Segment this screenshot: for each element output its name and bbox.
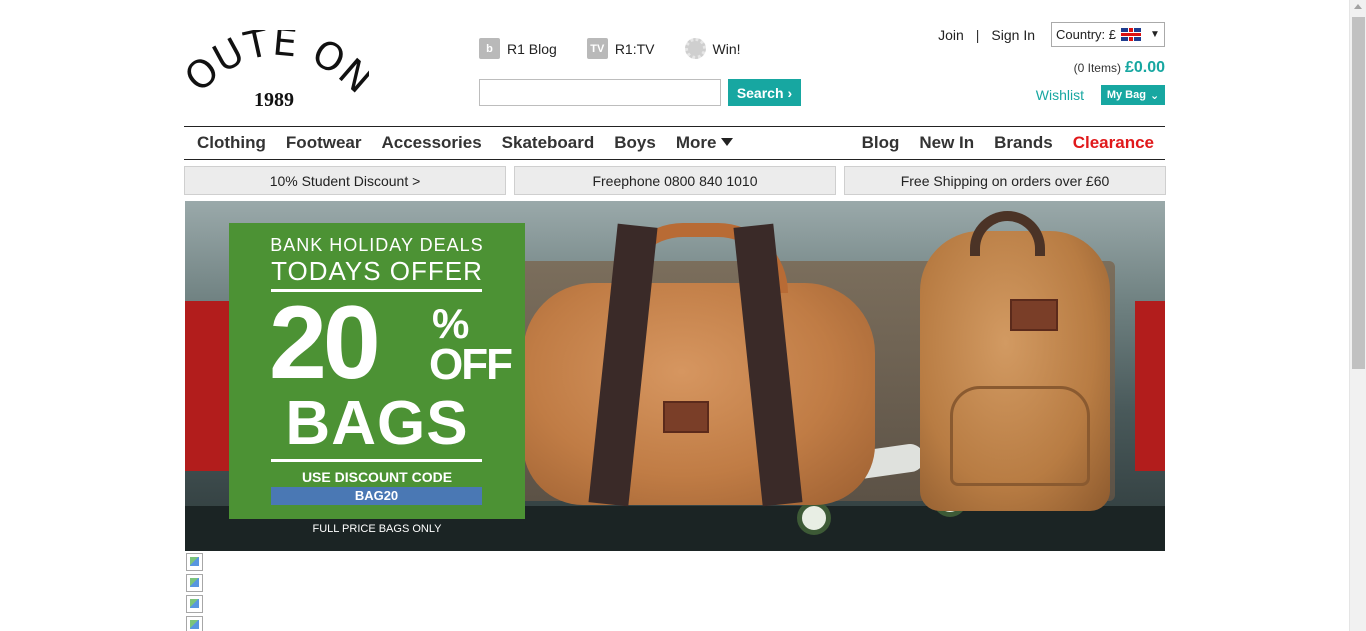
promo-bar: 10% Student Discount > Freephone 0800 84… — [184, 166, 1166, 195]
nav-brands[interactable]: Brands — [994, 133, 1053, 153]
offer-fineprint: FULL PRICE BAGS ONLY — [312, 523, 442, 535]
sign-in-link[interactable]: Sign In — [991, 27, 1035, 43]
broken-image-icon[interactable] — [186, 574, 203, 592]
scroll-up-arrow-icon[interactable] — [1354, 4, 1362, 9]
duffel-tag — [663, 401, 709, 433]
truck-taillight-left — [185, 301, 230, 471]
win-icon — [684, 38, 706, 59]
promo-student-discount[interactable]: 10% Student Discount > — [184, 166, 506, 195]
wishlist-link[interactable]: Wishlist — [1036, 87, 1084, 103]
nav-more[interactable]: More — [676, 133, 734, 153]
chevron-down-icon: ▼ — [1149, 29, 1160, 40]
r1-tv-label: R1:TV — [614, 40, 655, 57]
country-label: Country: £ — [1056, 27, 1116, 42]
separator: | — [975, 26, 980, 43]
bag-summary: (0 Items) £0.00 — [1074, 59, 1165, 77]
truck-taillight-right — [1135, 301, 1165, 471]
promo-freephone[interactable]: Freephone 0800 840 1010 — [514, 166, 836, 195]
svg-text:1989: 1989 — [254, 89, 294, 111]
offer-off: OFF — [429, 340, 513, 389]
backpack-pocket — [950, 386, 1090, 486]
country-select[interactable]: Country: £ ▼ — [1051, 22, 1165, 47]
duffel-bag-image — [523, 223, 875, 507]
win-label: Win! — [712, 40, 741, 57]
offer-line1: BANK HOLIDAY DEALS — [270, 235, 484, 255]
r1-tv-link[interactable]: TV R1:TV — [586, 38, 655, 59]
bag-items-count: (0 Items) — [1073, 61, 1121, 75]
route-one-logo[interactable]: ROUTE ONE 1989 — [170, 0, 380, 115]
nav-skateboard[interactable]: Skateboard — [502, 133, 595, 153]
offer-amount: 20 — [269, 285, 381, 401]
search-button-label: Search — [736, 84, 784, 101]
offer-line2: TODAYS OFFER — [271, 256, 483, 286]
blog-icon: b — [479, 38, 500, 59]
nav-clearance[interactable]: Clearance — [1073, 133, 1154, 153]
my-bag-label: My Bag — [1106, 89, 1146, 101]
top-links: b R1 Blog TV R1:TV Win! — [479, 38, 741, 59]
nav-new-in[interactable]: New In — [919, 133, 974, 153]
nav-blog[interactable]: Blog — [862, 133, 900, 153]
broken-image-icon[interactable] — [186, 595, 203, 613]
nav-accessories[interactable]: Accessories — [381, 133, 481, 153]
nav-boys[interactable]: Boys — [614, 133, 656, 153]
offer-product: BAGS — [285, 389, 469, 458]
bag-total: £0.00 — [1124, 59, 1165, 76]
scrollbar-thumb[interactable] — [1352, 17, 1365, 369]
page-scrollbar[interactable] — [1349, 0, 1366, 631]
caret-down-icon — [721, 138, 734, 146]
bag-actions: Wishlist My Bag ⌄ — [1036, 85, 1165, 105]
nav-footwear[interactable]: Footwear — [286, 133, 362, 153]
main-nav: Clothing Footwear Accessories Skateboard… — [184, 126, 1165, 160]
nav-more-label: More — [675, 133, 717, 152]
join-link[interactable]: Join — [938, 27, 964, 43]
hero-banner[interactable]: BANK HOLIDAY DEALS TODAYS OFFER 20 % OFF… — [185, 201, 1165, 551]
chevron-right-icon: › — [787, 84, 793, 101]
search-form: Search › — [479, 79, 801, 106]
search-button[interactable]: Search › — [728, 79, 801, 106]
backpack-image — [920, 211, 1110, 511]
chevron-down-icon: ⌄ — [1149, 89, 1160, 102]
win-link[interactable]: Win! — [684, 38, 741, 59]
backpack-tag — [1010, 299, 1058, 331]
promo-free-shipping[interactable]: Free Shipping on orders over £60 — [844, 166, 1166, 195]
offer-use-code: USE DISCOUNT CODE — [301, 469, 453, 485]
tv-icon: TV — [586, 38, 608, 59]
account-bar: Join | Sign In Country: £ ▼ — [938, 22, 1165, 47]
broken-image-icon[interactable] — [186, 616, 203, 631]
logo-graphic: ROUTE ONE 1989 — [170, 0, 380, 111]
r1-blog-label: R1 Blog — [507, 40, 557, 57]
offer-discount-code: BAG20 — [271, 487, 482, 505]
broken-image-icon[interactable] — [186, 553, 203, 571]
offer-divider — [271, 459, 482, 462]
skateboard-wheel — [797, 501, 831, 535]
search-input[interactable] — [479, 79, 721, 106]
offer-panel: BANK HOLIDAY DEALS TODAYS OFFER 20 % OFF… — [229, 223, 525, 519]
offer-percent: % — [432, 300, 470, 347]
my-bag-button[interactable]: My Bag ⌄ — [1101, 85, 1165, 105]
nav-clothing[interactable]: Clothing — [197, 133, 266, 153]
uk-flag-icon — [1120, 28, 1141, 41]
r1-blog-link[interactable]: b R1 Blog — [479, 38, 557, 59]
